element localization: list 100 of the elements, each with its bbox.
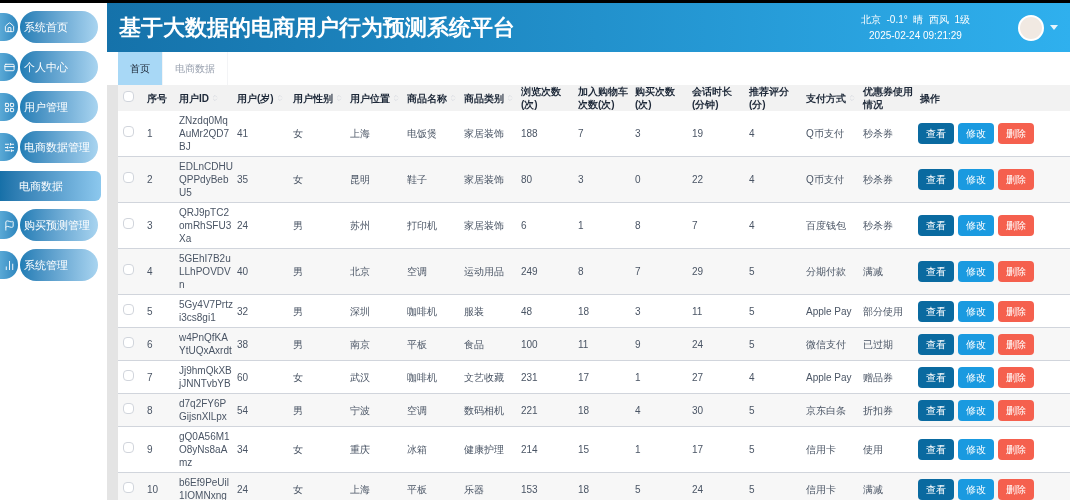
action-button[interactable]: 查看	[918, 169, 954, 190]
column-header: 会话时长(分钟)	[692, 85, 733, 111]
table-cell: 苏州	[350, 220, 370, 231]
table-cell: 188	[521, 128, 538, 139]
checkbox[interactable]	[123, 90, 134, 102]
action-button[interactable]: 删除	[998, 333, 1034, 355]
table-cell: 女	[293, 128, 303, 139]
table-cell: Apple Pay	[806, 371, 852, 383]
table-cell: 22	[692, 174, 704, 185]
table-cell: 分期付款	[806, 266, 846, 277]
table-cell: 18	[578, 404, 590, 416]
checkbox[interactable]	[123, 172, 134, 183]
table-cell: 数码相机	[464, 404, 504, 416]
action-button[interactable]: 修改	[958, 300, 994, 322]
table-cell: 女	[293, 371, 303, 383]
action-button[interactable]: 修改	[958, 399, 994, 421]
sidebar-item[interactable]: 用户管理	[20, 91, 98, 123]
action-button[interactable]: 查看	[918, 366, 954, 388]
table-cell: 女	[293, 483, 303, 495]
table-cell: 17	[692, 444, 704, 455]
checkbox[interactable]	[123, 336, 134, 348]
table-cell: 昆明	[350, 174, 370, 185]
action-button[interactable]: 查看	[918, 261, 954, 282]
action-button[interactable]: 删除	[998, 215, 1034, 236]
table-cell: 60	[237, 371, 249, 383]
table-cell: 5	[749, 483, 755, 495]
table-cell: 7	[147, 371, 153, 383]
table-cell: 上海	[350, 483, 370, 495]
sidebar-item[interactable]: 电商数据管理	[20, 131, 98, 163]
action-button[interactable]: 删除	[998, 300, 1034, 322]
action-button[interactable]: 修改	[958, 478, 994, 500]
action-button[interactable]: 修改	[958, 261, 994, 282]
sidebar-subitem[interactable]: 电商数据	[0, 171, 101, 201]
column-header: 加入购物车次数(次)	[578, 85, 629, 111]
table-cell: 30	[692, 404, 704, 416]
column-header: 序号	[147, 91, 167, 105]
action-button[interactable]: 删除	[998, 478, 1034, 500]
checkbox[interactable]	[123, 369, 134, 381]
table-cell: 咖啡机	[407, 371, 437, 383]
action-button[interactable]: 删除	[998, 439, 1034, 460]
action-button[interactable]: 删除	[998, 169, 1034, 190]
table-cell: 15	[578, 444, 590, 455]
table-cell: 54	[237, 404, 249, 416]
checkbox[interactable]	[123, 126, 134, 137]
action-button[interactable]: 查看	[918, 333, 954, 355]
table-cell: 微信支付	[806, 338, 846, 350]
table-cell: 3	[635, 305, 641, 317]
checkbox[interactable]	[123, 481, 134, 493]
table-cell: 3	[578, 174, 584, 185]
action-button[interactable]: 查看	[918, 215, 954, 236]
checkbox[interactable]	[123, 264, 134, 275]
action-button[interactable]: 查看	[918, 478, 954, 500]
table-cell: 运动用品	[464, 266, 504, 277]
table-cell: 家居装饰	[464, 174, 504, 185]
action-button[interactable]: 修改	[958, 123, 994, 144]
action-button[interactable]: 删除	[998, 366, 1034, 388]
action-button[interactable]: 删除	[998, 399, 1034, 421]
action-button[interactable]: 查看	[918, 439, 954, 460]
table-cell: 24	[692, 338, 704, 350]
action-button[interactable]: 修改	[958, 366, 994, 388]
sidebar-item[interactable]: 系统管理	[20, 249, 98, 281]
action-button[interactable]: 修改	[958, 439, 994, 460]
column-header: 用户(岁)	[237, 91, 274, 105]
table-cell: 男	[293, 266, 303, 277]
action-button[interactable]: 删除	[998, 123, 1034, 144]
table-cell: 0	[635, 174, 641, 185]
table-cell: 6	[521, 220, 527, 231]
table-cell: 空调	[407, 404, 427, 416]
action-button[interactable]: 查看	[918, 123, 954, 144]
table-cell: 32	[237, 305, 249, 317]
table-cell: 电饭煲	[407, 128, 437, 139]
table-cell: 家居装饰	[464, 220, 504, 231]
table-cell: 38	[237, 338, 249, 350]
action-button[interactable]: 修改	[958, 333, 994, 355]
action-button[interactable]: 查看	[918, 399, 954, 421]
action-button[interactable]: 删除	[998, 261, 1034, 282]
table-cell: 信用卡	[806, 444, 836, 455]
checkbox[interactable]	[123, 218, 134, 229]
table-cell: 153	[521, 483, 538, 495]
avatar[interactable]	[1018, 14, 1044, 41]
table-cell: 平板	[407, 338, 427, 350]
table-cell: 深圳	[350, 305, 370, 317]
action-button[interactable]: 修改	[958, 215, 994, 236]
caret-icon[interactable]	[1050, 25, 1058, 30]
tab[interactable]: 首页	[118, 52, 163, 85]
sidebar-item[interactable]: 系统首页	[20, 11, 98, 43]
action-button[interactable]: 查看	[918, 300, 954, 322]
table-cell: 24	[237, 220, 249, 231]
table-cell: 食品	[464, 338, 484, 350]
table-cell: 5	[147, 305, 153, 317]
table-cell: 17	[578, 371, 590, 383]
table-cell: 秒杀券	[863, 128, 893, 139]
action-button[interactable]: 修改	[958, 169, 994, 190]
checkbox[interactable]	[123, 402, 134, 414]
sidebar-item[interactable]: 个人中心	[20, 51, 98, 83]
checkbox[interactable]	[123, 303, 134, 315]
table-cell: 9	[635, 338, 641, 350]
checkbox[interactable]	[123, 442, 134, 453]
sidebar-item[interactable]: 购买预测管理	[20, 209, 98, 241]
table-cell: 249	[521, 266, 538, 277]
